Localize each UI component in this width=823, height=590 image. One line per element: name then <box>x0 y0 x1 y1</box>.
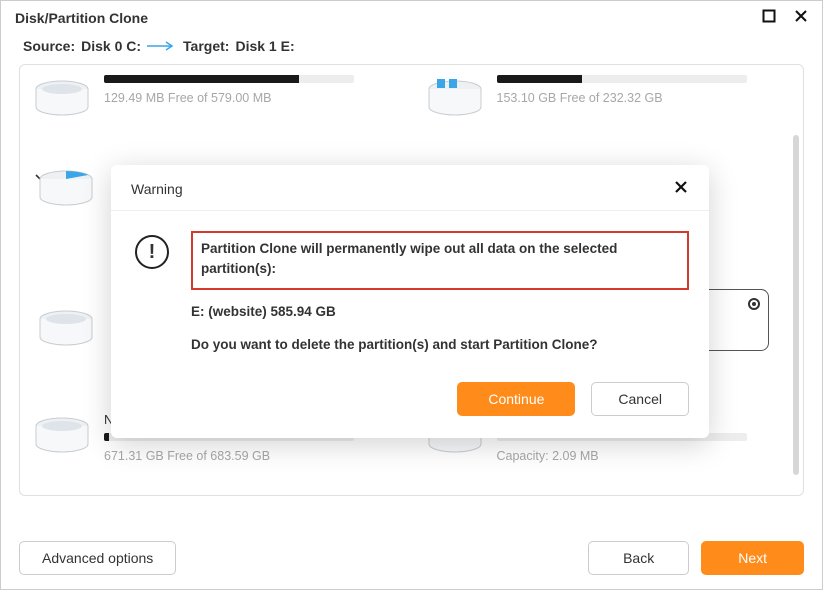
target-selection-card[interactable] <box>699 289 769 351</box>
close-icon[interactable] <box>794 9 808 26</box>
footer-bar: Advanced options Back Next <box>19 541 804 575</box>
partition-card[interactable] <box>38 305 94 351</box>
back-button[interactable]: Back <box>588 541 689 575</box>
scrollbar[interactable] <box>793 135 799 475</box>
disk-icon <box>38 309 94 351</box>
warning-callout: Partition Clone will permanently wipe ou… <box>191 231 689 290</box>
warning-dialog: Warning ! Partition Clone will permanent… <box>111 165 709 438</box>
source-value: Disk 0 C: <box>81 38 141 54</box>
window-title: Disk/Partition Clone <box>15 10 148 26</box>
partition-card[interactable]: 129.49 MB Free of 579.00 MB <box>34 75 397 121</box>
usage-text: Capacity: 2.09 MB <box>497 449 790 463</box>
source-label: Source: <box>23 38 75 54</box>
dialog-header: Warning <box>111 165 709 211</box>
usage-bar <box>104 75 354 83</box>
titlebar: Disk/Partition Clone <box>1 1 822 32</box>
dialog-footer: Continue Cancel <box>111 372 709 438</box>
radio-selected-icon <box>748 298 760 310</box>
advanced-options-button[interactable]: Advanced options <box>19 541 176 575</box>
continue-button[interactable]: Continue <box>457 382 575 416</box>
dialog-close-icon[interactable] <box>673 179 689 198</box>
target-value: Disk 1 E: <box>235 38 294 54</box>
usage-text: 153.10 GB Free of 232.32 GB <box>497 91 790 105</box>
disk-icon <box>34 416 90 458</box>
cancel-button[interactable]: Cancel <box>591 382 689 416</box>
maximize-icon[interactable] <box>762 9 776 26</box>
window-controls <box>762 9 808 26</box>
confirm-question-text: Do you want to delete the partition(s) a… <box>191 337 689 352</box>
partition-card[interactable]: 153.10 GB Free of 232.32 GB <box>427 75 790 121</box>
disk-icon <box>34 79 90 121</box>
usage-text: 671.31 GB Free of 683.59 GB <box>104 449 397 463</box>
target-label: Target: <box>183 38 229 54</box>
next-button[interactable]: Next <box>701 541 804 575</box>
disk-icon <box>38 169 94 214</box>
usage-text: 129.49 MB Free of 579.00 MB <box>104 91 397 105</box>
partition-row: 129.49 MB Free of 579.00 MB 153.10 GB Fr… <box>34 75 789 121</box>
disk-icon <box>427 79 483 121</box>
dialog-title: Warning <box>131 181 183 197</box>
arrow-icon <box>147 38 177 54</box>
warning-icon: ! <box>135 235 169 269</box>
usage-bar <box>497 75 747 83</box>
affected-partition-text: E: (website) 585.94 GB <box>191 304 689 319</box>
source-target-header: Source: Disk 0 C: Target: Disk 1 E: <box>1 32 822 64</box>
